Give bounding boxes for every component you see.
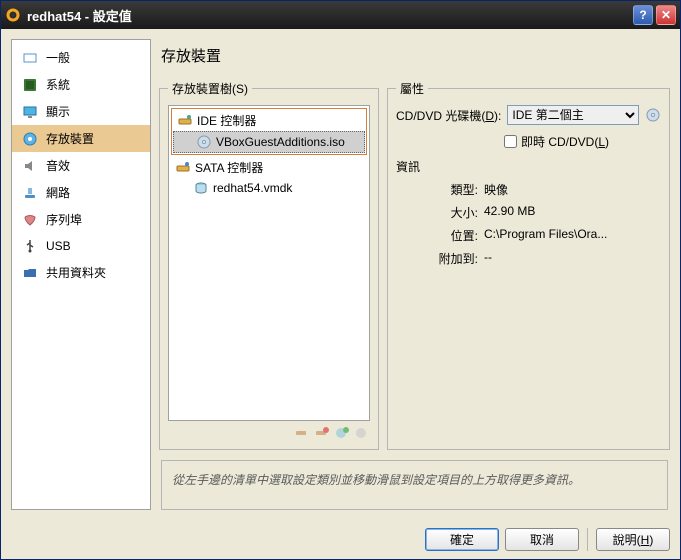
dialog-buttons: 確定 取消 說明(H) [1, 520, 680, 559]
settings-window: redhat54 - 設定值 ? ✕ 一般 系統 顯示 存放裝置 音效 網路 序… [0, 0, 681, 560]
add-attachment-icon[interactable] [334, 425, 350, 441]
attrs-legend: 屬性 [396, 80, 428, 97]
info-type-val: 映像 [484, 181, 661, 198]
storage-tree-fieldset: 存放裝置樹(S) IDE 控制器 VBoxGuestAdditions.iso [159, 80, 379, 450]
usb-icon [22, 238, 38, 254]
sidebar-item-audio[interactable]: 音效 [12, 152, 150, 179]
sidebar-item-network[interactable]: 網路 [12, 179, 150, 206]
remove-controller-icon[interactable] [314, 425, 330, 441]
attributes-fieldset: 屬性 CD/DVD 光碟機(D): IDE 第二個主 即時 CD/DVD(L) [387, 80, 670, 450]
gear-icon [5, 7, 21, 23]
sidebar-item-display[interactable]: 顯示 [12, 98, 150, 125]
livecd-checkbox[interactable] [504, 135, 517, 148]
drive-select[interactable]: IDE 第二個主 [507, 105, 639, 125]
disc-icon [196, 134, 212, 150]
audio-icon [22, 158, 38, 174]
cancel-button[interactable]: 取消 [505, 528, 579, 551]
sidebar-item-label: 網路 [46, 184, 70, 201]
titlebar-help-button[interactable]: ? [633, 5, 653, 25]
sidebar-item-label: USB [46, 239, 71, 253]
storage-icon [22, 131, 38, 147]
display-icon [22, 104, 38, 120]
livecd-label: 即時 CD/DVD(L) [521, 133, 609, 150]
sidebar-item-system[interactable]: 系統 [12, 71, 150, 98]
info-type-key: 類型: [424, 181, 484, 198]
storage-tree[interactable]: IDE 控制器 VBoxGuestAdditions.iso SATA 控制器 [168, 105, 370, 421]
info-loc-val: C:\Program Files\Ora... [484, 227, 661, 244]
tree-node-label: IDE 控制器 [197, 112, 256, 129]
dialog-body: 一般 系統 顯示 存放裝置 音效 網路 序列埠 USB 共用資料夾 存放裝置 存… [1, 29, 680, 520]
sidebar-item-general[interactable]: 一般 [12, 44, 150, 71]
sidebar-item-label: 音效 [46, 157, 70, 174]
sidebar-item-label: 系統 [46, 76, 70, 93]
serial-icon [22, 212, 38, 228]
tree-node-label: VBoxGuestAdditions.iso [216, 135, 345, 149]
drive-label: CD/DVD 光碟機(D): [396, 107, 501, 124]
hdd-icon [193, 180, 209, 196]
titlebar: redhat54 - 設定值 ? ✕ [1, 1, 680, 29]
tree-node-label: SATA 控制器 [195, 159, 263, 176]
livecd-row: 即時 CD/DVD(L) [396, 133, 661, 150]
titlebar-close-button[interactable]: ✕ [656, 5, 676, 25]
sidebar-item-label: 共用資料夾 [46, 264, 106, 281]
category-sidebar: 一般 系統 顯示 存放裝置 音效 網路 序列埠 USB 共用資料夾 [11, 39, 151, 510]
tree-legend: 存放裝置樹(S) [168, 80, 252, 97]
tree-toolbar [168, 421, 370, 441]
info-legend: 資訊 [396, 158, 661, 175]
folder-icon [22, 265, 38, 281]
tree-node-vmdk[interactable]: redhat54.vmdk [171, 178, 367, 198]
add-controller-icon[interactable] [294, 425, 310, 441]
info-att-key: 附加到: [424, 250, 484, 267]
info-loc-key: 位置: [424, 227, 484, 244]
browse-disc-icon[interactable] [645, 107, 661, 123]
content-panel: 存放裝置 存放裝置樹(S) IDE 控制器 VBoxGuestAddition [159, 39, 670, 510]
tree-node-iso[interactable]: VBoxGuestAdditions.iso [173, 131, 365, 153]
system-icon [22, 77, 38, 93]
network-icon [22, 185, 38, 201]
sidebar-item-label: 顯示 [46, 103, 70, 120]
remove-attachment-icon[interactable] [354, 425, 370, 441]
drive-row: CD/DVD 光碟機(D): IDE 第二個主 [396, 105, 661, 125]
info-size-val: 42.90 MB [484, 204, 661, 221]
help-button[interactable]: 說明(H) [596, 528, 670, 551]
sidebar-item-serial[interactable]: 序列埠 [12, 206, 150, 233]
controller-icon [175, 160, 191, 176]
sidebar-item-label: 存放裝置 [46, 130, 94, 147]
window-title: redhat54 - 設定值 [27, 6, 630, 25]
sidebar-item-label: 序列埠 [46, 211, 82, 228]
general-icon [22, 50, 38, 66]
sidebar-item-shared[interactable]: 共用資料夾 [12, 259, 150, 286]
ok-button[interactable]: 確定 [425, 528, 499, 551]
info-att-val: -- [484, 250, 661, 267]
button-separator [587, 528, 588, 551]
controller-icon [177, 113, 193, 129]
sidebar-item-usb[interactable]: USB [12, 233, 150, 259]
hint-box: 從左手邊的清單中選取設定類別並移動滑鼠到設定項目的上方取得更多資訊。 [161, 460, 668, 510]
info-section: 資訊 類型:映像 大小:42.90 MB 位置:C:\Program Files… [396, 158, 661, 267]
sidebar-item-storage[interactable]: 存放裝置 [12, 125, 150, 152]
tree-node-label: redhat54.vmdk [213, 181, 292, 195]
sidebar-item-label: 一般 [46, 49, 70, 66]
tree-node-ide-controller[interactable]: IDE 控制器 [173, 110, 365, 131]
info-size-key: 大小: [424, 204, 484, 221]
tree-node-sata-controller[interactable]: SATA 控制器 [171, 157, 367, 178]
page-title: 存放裝置 [159, 39, 670, 80]
